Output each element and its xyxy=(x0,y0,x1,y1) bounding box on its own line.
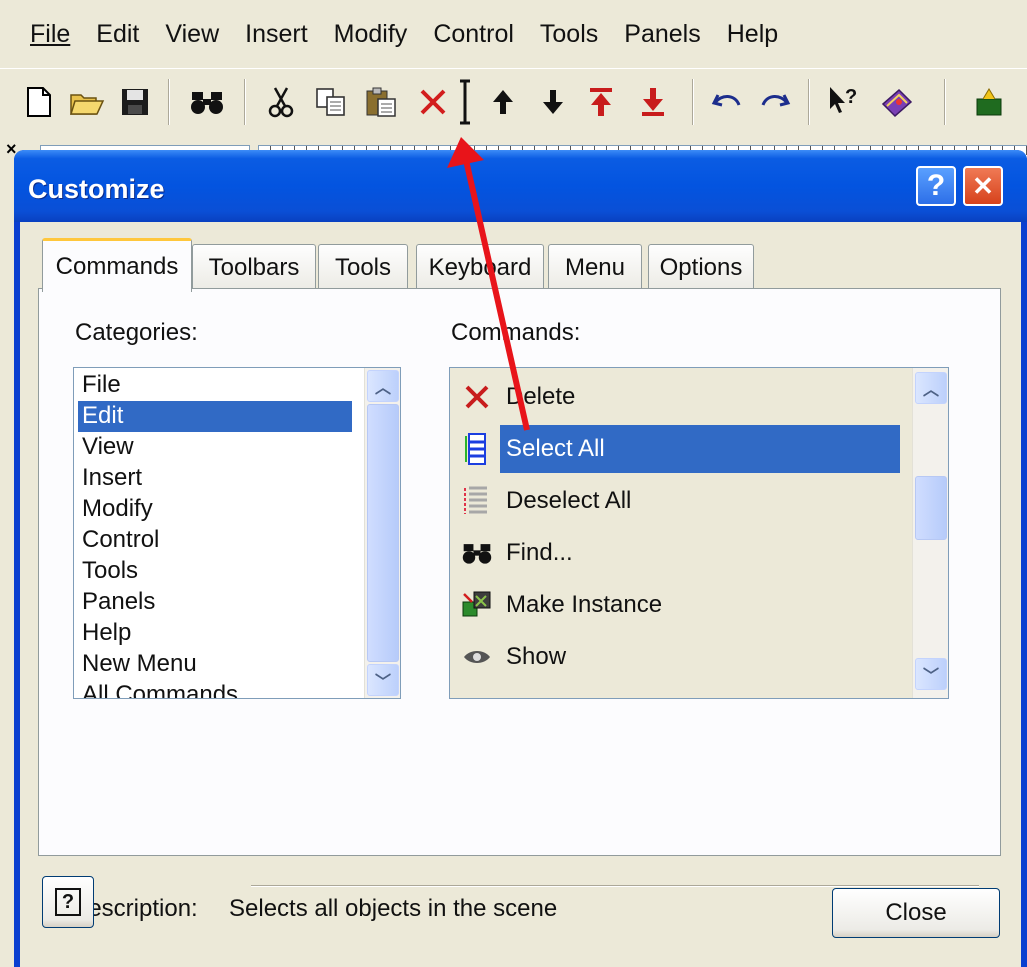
scroll-up-button[interactable]: ︿ xyxy=(915,372,947,404)
scroll-thumb[interactable] xyxy=(915,476,947,540)
tab-options[interactable]: Options xyxy=(648,244,754,290)
menu-panels[interactable]: Panels xyxy=(624,20,700,49)
undo-icon[interactable] xyxy=(708,83,746,121)
svg-text:?: ? xyxy=(845,86,857,108)
list-item[interactable]: Make Instance xyxy=(454,580,906,630)
list-item-selected[interactable]: Select All xyxy=(454,424,906,474)
tab-commands[interactable]: Commands xyxy=(42,238,192,292)
list-item[interactable]: Insert xyxy=(78,463,352,494)
scroll-up-button[interactable]: ︿ xyxy=(367,370,399,402)
help-button[interactable]: ? xyxy=(42,876,94,928)
toolbar-separator xyxy=(808,79,810,125)
deselect-all-icon xyxy=(454,481,500,521)
scroll-thumb[interactable] xyxy=(367,404,399,662)
paste-icon[interactable] xyxy=(362,83,400,121)
commands-scrollbar[interactable]: ︿ ﹀ xyxy=(912,368,948,698)
select-all-icon[interactable] xyxy=(446,79,484,125)
categories-listbox[interactable]: File Edit View Insert Modify Control Too… xyxy=(73,367,401,699)
list-item[interactable]: Tools xyxy=(78,556,352,587)
commands-label: Commands: xyxy=(451,319,581,346)
close-button[interactable]: Close xyxy=(832,888,1000,938)
open-folder-icon[interactable] xyxy=(68,83,106,121)
move-to-top-icon[interactable] xyxy=(582,83,620,121)
select-all-icon xyxy=(454,429,500,469)
question-icon: ? xyxy=(926,169,946,202)
list-item[interactable]: Deselect All xyxy=(454,476,906,526)
new-file-icon[interactable] xyxy=(20,83,58,121)
dialog-client-area: Commands Toolbars Tools Keyboard Menu Op… xyxy=(20,222,1021,967)
menu-help[interactable]: Help xyxy=(727,20,778,49)
instance-icon[interactable] xyxy=(970,83,1008,121)
tab-toolbars[interactable]: Toolbars xyxy=(192,244,316,290)
scroll-down-button[interactable]: ﹀ xyxy=(915,658,947,690)
commands-tab-panel: Categories: Commands: File Edit View Ins… xyxy=(38,288,1001,922)
help-book-icon[interactable] xyxy=(878,83,916,121)
cut-icon[interactable] xyxy=(262,83,300,121)
customize-dialog: Customize ? ✕ Commands Toolbars Tools Ke… xyxy=(14,150,1027,967)
save-icon[interactable] xyxy=(116,83,154,121)
list-item[interactable]: Control xyxy=(78,525,352,556)
context-help-icon[interactable]: ? xyxy=(826,83,864,121)
menu-bar: File Edit View Insert Modify Control Too… xyxy=(0,0,1027,68)
move-to-bottom-icon[interactable] xyxy=(634,83,672,121)
move-up-icon[interactable] xyxy=(484,83,522,121)
menu-insert[interactable]: Insert xyxy=(245,20,308,49)
list-item[interactable]: All Commands xyxy=(78,680,352,698)
list-item[interactable]: New Menu xyxy=(78,649,352,680)
dialog-titlebar[interactable]: Customize ? ✕ xyxy=(14,150,1027,222)
list-item[interactable]: Delete xyxy=(454,372,906,422)
list-item[interactable]: File xyxy=(78,370,352,401)
find-binoculars-icon[interactable] xyxy=(188,83,226,121)
menu-tools[interactable]: Tools xyxy=(540,20,598,49)
tab-tools[interactable]: Tools xyxy=(318,244,408,290)
redo-icon[interactable] xyxy=(756,83,794,121)
chevron-up-icon: ︿ xyxy=(374,380,391,397)
list-item[interactable]: Panels xyxy=(78,587,352,618)
make-instance-icon xyxy=(454,585,500,625)
chevron-down-icon: ﹀ xyxy=(374,674,391,691)
main-toolbar: ? xyxy=(0,68,1027,136)
close-icon: ✕ xyxy=(972,170,994,201)
list-item-selected[interactable]: Edit xyxy=(78,401,352,432)
tab-menu[interactable]: Menu xyxy=(548,244,642,290)
menu-control[interactable]: Control xyxy=(433,20,514,49)
tab-keyboard[interactable]: Keyboard xyxy=(416,244,544,290)
toolbar-separator xyxy=(944,79,946,125)
title-help-button[interactable]: ? xyxy=(916,166,956,206)
categories-scrollbar[interactable]: ︿ ﹀ xyxy=(364,368,400,698)
menu-modify[interactable]: Modify xyxy=(334,20,408,49)
list-item[interactable]: Modify xyxy=(78,494,352,525)
list-item[interactable]: Help xyxy=(78,618,352,649)
screenshot-stage: File Edit View Insert Modify Control Too… xyxy=(0,0,1027,967)
chevron-down-icon: ﹀ xyxy=(922,668,939,685)
list-item[interactable]: View xyxy=(78,432,352,463)
find-binoculars-icon xyxy=(454,533,500,573)
title-close-button[interactable]: ✕ xyxy=(963,166,1003,206)
move-down-icon[interactable] xyxy=(534,83,572,121)
dialog-title: Customize xyxy=(28,174,165,204)
delete-icon xyxy=(454,377,500,417)
menu-view[interactable]: View xyxy=(165,20,219,49)
categories-label: Categories: xyxy=(75,319,198,346)
toolbar-separator xyxy=(692,79,694,125)
show-icon xyxy=(454,637,500,677)
toolbar-separator xyxy=(168,79,170,125)
chevron-up-icon: ︿ xyxy=(922,382,939,399)
copy-icon[interactable] xyxy=(312,83,350,121)
scroll-down-button[interactable]: ﹀ xyxy=(367,664,399,696)
list-item[interactable]: Find... xyxy=(454,528,906,578)
description-text: Selects all objects in the scene xyxy=(229,895,558,922)
commands-listbox[interactable]: Delete Select All Deselect All Find... M… xyxy=(449,367,949,699)
list-item[interactable]: Show xyxy=(454,632,906,682)
menu-edit[interactable]: Edit xyxy=(96,20,139,49)
question-icon: ? xyxy=(55,888,81,916)
toolbar-separator xyxy=(244,79,246,125)
description-divider xyxy=(251,885,979,887)
menu-file[interactable]: File xyxy=(30,20,70,49)
